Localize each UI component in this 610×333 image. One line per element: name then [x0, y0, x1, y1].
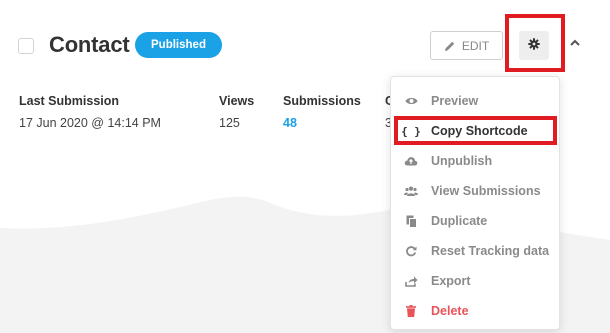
chevron-up-icon[interactable]	[568, 36, 582, 55]
form-actions-menu: Preview { } Copy Shortcode Unpublish Vie…	[390, 76, 560, 330]
menu-item-label: Unpublish	[431, 154, 493, 168]
menu-item-reset-tracking[interactable]: Reset Tracking data	[391, 236, 561, 266]
form-title[interactable]: Contact	[49, 32, 130, 58]
copy-shortcode-highlight-box	[394, 116, 557, 145]
menu-item-label: View Submissions	[431, 184, 541, 198]
copy-icon	[391, 215, 431, 228]
cloud-icon	[391, 156, 431, 166]
eye-icon	[391, 96, 431, 106]
menu-item-label: Export	[431, 274, 471, 288]
export-icon	[391, 276, 431, 287]
menu-item-label: Reset Tracking data	[431, 244, 550, 258]
pencil-icon	[444, 40, 456, 52]
last-submission-header: Last Submission	[19, 94, 120, 108]
last-submission-value: 17 Jun 2020 @ 14:14 PM	[19, 116, 161, 130]
views-header: Views	[219, 94, 255, 108]
menu-item-delete[interactable]: Delete	[391, 296, 561, 326]
menu-item-unpublish[interactable]: Unpublish	[391, 146, 561, 176]
submissions-link[interactable]: 48	[283, 116, 297, 130]
menu-item-label: Delete	[431, 304, 469, 318]
menu-item-label: Preview	[431, 94, 479, 108]
menu-item-label: Duplicate	[431, 214, 488, 228]
users-icon	[391, 186, 431, 196]
menu-item-view-submissions[interactable]: View Submissions	[391, 176, 561, 206]
menu-item-duplicate[interactable]: Duplicate	[391, 206, 561, 236]
edit-button[interactable]: EDIT	[430, 31, 503, 60]
edit-button-label: EDIT	[461, 38, 490, 53]
settings-highlight-box	[505, 14, 565, 72]
menu-item-preview[interactable]: Preview	[391, 86, 561, 116]
submissions-header: Submissions	[283, 94, 361, 108]
status-badge: Published	[135, 32, 222, 58]
refresh-icon	[391, 245, 431, 257]
trash-icon	[391, 305, 431, 317]
views-value: 125	[219, 116, 240, 130]
select-form-checkbox[interactable]	[18, 38, 34, 54]
menu-item-export[interactable]: Export	[391, 266, 561, 296]
